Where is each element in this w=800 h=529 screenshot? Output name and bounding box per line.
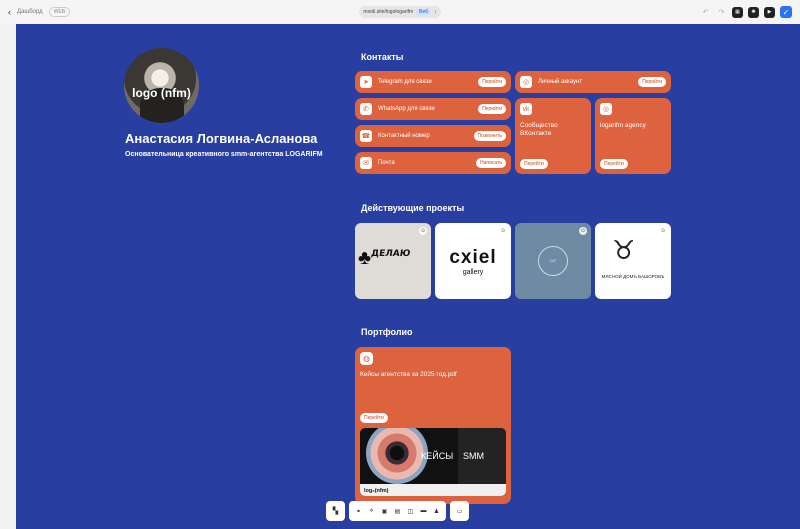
dock-monitor-box: ▭ — [450, 501, 469, 521]
avatar[interactable]: logo (nfm) — [124, 48, 199, 123]
preview-logo-text: log₀(nfm) — [364, 488, 389, 494]
whatsapp-icon: ✆ — [360, 103, 372, 115]
link-icon[interactable]: ⚭ — [354, 508, 363, 515]
telegram-label: Telegram для связи — [378, 79, 432, 85]
preview-left-text: КЕЙСЫ — [421, 451, 454, 461]
pin-icon[interactable]: ⊙ — [499, 227, 507, 235]
back-to-dashboard[interactable]: ‹ Дашборд WEB — [8, 7, 71, 17]
phone-label: Контактный номер — [378, 133, 430, 139]
portfolio-file-label: Кейсы агентства за 2025 год.pdf — [360, 371, 457, 378]
projects-title[interactable]: Действующие проекты — [361, 203, 464, 213]
widget-icon[interactable]: ♟ — [432, 508, 441, 515]
contact-instagram-personal[interactable]: ◎ Личный аккаунт Перейти — [515, 71, 671, 93]
bottom-dock: ▚ ⚭ ⟡ ▣ ▤ ◫ ▬ ♟ ▭ — [326, 501, 469, 521]
contact-telegram[interactable]: ➤ Telegram для связи Перейти — [355, 71, 511, 93]
pin-icon[interactable]: ⊙ — [579, 227, 587, 235]
image-icon[interactable]: ▣ — [380, 508, 389, 515]
portfolio-card[interactable]: ◍ Кейсы агентства за 2025 год.pdf Перейт… — [355, 347, 511, 504]
bull-logo-icon: ♉ — [612, 235, 636, 265]
instagram-agency-button[interactable]: Перейти — [600, 159, 628, 169]
contact-whatsapp[interactable]: ✆ WhatsApp для связи Перейти — [355, 98, 511, 120]
publish-check-icon[interactable]: ✓ — [780, 6, 792, 18]
mail-button[interactable]: Написать — [476, 158, 506, 168]
section-icon[interactable]: ▬ — [419, 508, 428, 514]
instagram-personal-label: Личный аккаунт — [538, 79, 583, 85]
qr-icon[interactable]: ▦ — [732, 6, 743, 18]
vk-label: Сообщество ВКонтакте — [520, 122, 558, 137]
telegram-icon: ➤ — [360, 76, 372, 88]
url-badge: Веб — [416, 9, 432, 15]
contact-instagram-agency[interactable]: ◎ logarifm agency Перейти — [595, 98, 671, 174]
portfolio-title[interactable]: Портфолио — [361, 327, 413, 337]
dock-tools-box: ⚭ ⟡ ▣ ▤ ◫ ▬ ♟ — [349, 501, 446, 521]
file-icon: ◍ — [360, 352, 373, 365]
redo-icon[interactable]: ↷ — [716, 7, 727, 18]
portfolio-preview[interactable]: КЕЙСЫ SMM log₀(nfm) — [360, 428, 506, 496]
telegram-button[interactable]: Перейти — [478, 77, 506, 87]
instagram-agency-label: logarifm agency — [600, 122, 646, 129]
profile-name[interactable]: Анастасия Логвина-Асланова — [125, 131, 317, 146]
pin-icon[interactable]: ⊙ — [659, 227, 667, 235]
instagram-agency-icon: ◎ — [600, 103, 612, 115]
phone-icon: ☎ — [360, 130, 372, 142]
phone-button[interactable]: Позвонить — [473, 131, 506, 141]
expand-icon: ↕ — [434, 9, 437, 15]
contact-vk[interactable]: vk Сообщество ВКонтакте Перейти — [515, 98, 591, 174]
preview-play-icon[interactable]: ▶ — [764, 6, 775, 18]
instagram-icon: ◎ — [520, 76, 532, 88]
pin-icon[interactable]: ⊙ — [419, 227, 427, 235]
preview-eye-image — [366, 428, 428, 484]
settings-icon[interactable]: ✺ — [748, 6, 759, 18]
avatar-logo-text: logo (nfm) — [132, 86, 191, 100]
contact-phone[interactable]: ☎ Контактный номер Позвонить — [355, 125, 511, 147]
project-card-bashorov[interactable]: ♉ МЯСНОЙ ДОМЪ БАШОРОВЪ ⊙ — [595, 223, 671, 299]
project-card-cat[interactable]: CAT ⊙ — [515, 223, 591, 299]
whatsapp-button[interactable]: Перейти — [478, 104, 506, 114]
project-cxiel-text: cxiel — [449, 247, 497, 268]
contact-mail[interactable]: ✉ Почта Написать — [355, 152, 511, 174]
portfolio-button[interactable]: Перейти — [360, 413, 388, 423]
page-canvas: logo (nfm) Анастасия Логвина-Асланова Ос… — [16, 24, 800, 529]
instagram-personal-button[interactable]: Перейти — [638, 77, 666, 87]
vk-icon: vk — [520, 103, 532, 115]
monitor-icon[interactable]: ▭ — [455, 508, 464, 515]
project-delayu-text: ДЕЛАЮ — [370, 249, 411, 259]
back-label: Дашборд — [17, 9, 43, 15]
project-bashorov-text: МЯСНОЙ ДОМЪ БАШОРОВЪ — [601, 274, 665, 279]
mail-label: Почта — [378, 160, 395, 166]
clover-icon: ♣ — [358, 247, 372, 269]
toolbar-actions: ↶ ↷ ▦ ✺ ▶ ✓ — [700, 6, 792, 18]
media-icon[interactable]: ◫ — [406, 508, 415, 515]
project-cxiel-subtitle: gallery — [462, 269, 484, 276]
project-cat-text: CAT — [549, 259, 557, 263]
status-badge: WEB — [48, 7, 71, 17]
preview-right-text: SMM — [463, 451, 484, 461]
contacts-title[interactable]: Контакты — [361, 52, 403, 62]
project-card-delayu[interactable]: ♣ ДЕЛАЮ ⊙ — [355, 223, 431, 299]
dock-grid-box: ▚ — [326, 501, 345, 521]
grid-icon[interactable]: ▚ — [331, 507, 340, 515]
chevron-left-icon: ‹ — [8, 7, 11, 17]
undo-icon[interactable]: ↶ — [700, 7, 711, 18]
whatsapp-label: WhatsApp для связи — [378, 106, 435, 112]
site-url-bar[interactable]: mooli.site/logologarifm Веб ↕ — [359, 6, 441, 18]
editor-topbar: ‹ Дашборд WEB mooli.site/logologarifm Ве… — [0, 0, 800, 24]
sparkle-icon[interactable]: ⟡ — [367, 508, 376, 515]
project-card-cxiel[interactable]: cxiel gallery ⊙ — [435, 223, 511, 299]
profile-role[interactable]: Основательница креативного smm-агентства… — [125, 150, 325, 159]
vk-button[interactable]: Перейти — [520, 159, 548, 169]
text-icon[interactable]: ▤ — [393, 508, 402, 515]
site-url: mooli.site/logologarifm — [363, 9, 414, 15]
mail-icon: ✉ — [360, 157, 372, 169]
